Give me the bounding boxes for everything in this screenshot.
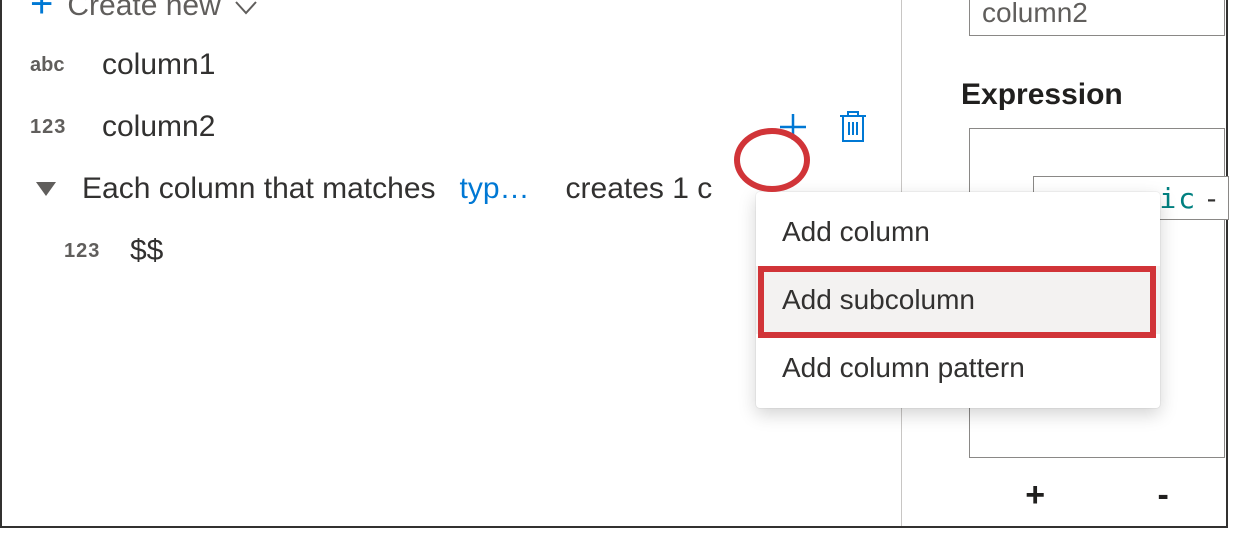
- subcolumn-name: $$: [130, 234, 163, 268]
- delete-column-button[interactable]: [835, 109, 871, 145]
- expression-zoom-controls: + -: [969, 476, 1225, 515]
- plus-icon: +: [30, 0, 53, 24]
- menu-item-label: Add column: [782, 216, 930, 247]
- expression-zoom-in[interactable]: +: [1025, 476, 1045, 515]
- add-column-icon-button[interactable]: [775, 109, 811, 145]
- expression-heading: Expression: [961, 78, 1123, 112]
- expression-cursor: -: [1203, 182, 1222, 215]
- create-new-button[interactable]: + Create new: [4, 0, 901, 34]
- expression-zoom-out[interactable]: -: [1157, 476, 1168, 515]
- chevron-down-icon: [235, 0, 257, 23]
- create-new-label: Create new: [67, 0, 220, 23]
- type-badge-abc: abc: [30, 54, 76, 77]
- caret-down-icon: [36, 182, 56, 196]
- type-badge-123: 123: [30, 116, 76, 139]
- menu-item-add-column-pattern[interactable]: Add column pattern: [756, 334, 1160, 402]
- add-column-menu: Add column Add subcolumn Add column patt…: [756, 192, 1160, 408]
- expression-token-text: ic: [1159, 182, 1197, 215]
- column-name-input[interactable]: column2: [969, 0, 1225, 36]
- type-badge-123: 123: [64, 240, 110, 263]
- menu-item-add-column[interactable]: Add column: [756, 198, 1160, 266]
- menu-item-label: Add subcolumn: [782, 284, 975, 315]
- pattern-type-link[interactable]: typ…: [460, 172, 530, 206]
- pattern-prefix: Each column that matches: [82, 172, 436, 206]
- trash-icon: [838, 110, 868, 144]
- column-name: column2: [102, 110, 215, 144]
- column-name: column1: [102, 48, 215, 82]
- row-actions: [775, 109, 871, 145]
- plus-icon: [777, 111, 809, 143]
- column-row-column2[interactable]: 123 column2: [4, 96, 901, 158]
- column-row-column1[interactable]: abc column1: [4, 34, 901, 96]
- menu-item-label: Add column pattern: [782, 352, 1025, 383]
- column-name-value: column2: [982, 0, 1088, 29]
- menu-item-add-subcolumn[interactable]: Add subcolumn: [756, 266, 1160, 334]
- pattern-suffix: creates 1 c: [566, 172, 713, 206]
